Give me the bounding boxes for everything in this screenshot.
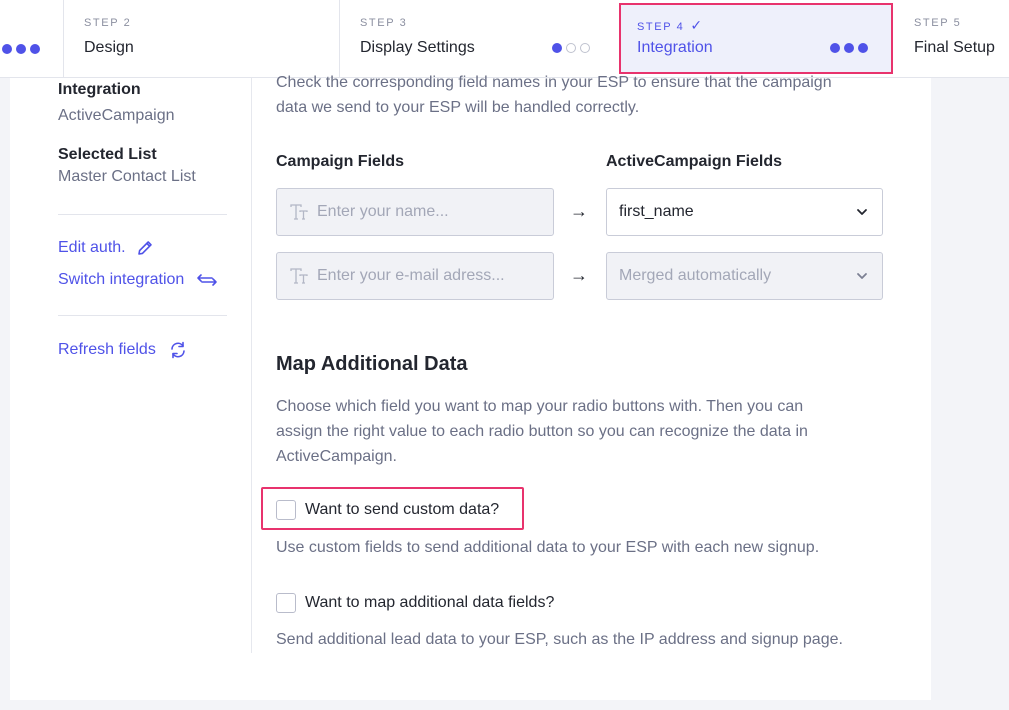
progress-dot-filled <box>552 43 562 53</box>
progress-dot-filled <box>830 43 840 53</box>
description-line: ActiveCampaign. <box>276 448 397 465</box>
progress-dot-empty <box>566 43 576 53</box>
description-line: Choose which field you want to map your … <box>276 398 804 415</box>
step-title: Integration <box>637 39 713 56</box>
email-placeholder: Enter your e-mail adress... <box>317 267 505 284</box>
refresh-fields-label: Refresh fields <box>58 341 156 358</box>
refresh-fields-link[interactable]: Refresh fields <box>58 340 188 360</box>
map-fields-help: Send additional lead data to your ESP, s… <box>276 631 843 648</box>
step-progress-dots <box>552 43 590 53</box>
sidebar-separator <box>58 315 227 316</box>
wizard-stepper: STEP 2 Design STEP 3 Display Settings ST… <box>0 0 1009 78</box>
selected-list-value: Master Contact List <box>58 168 196 185</box>
progress-dot-filled <box>844 43 854 53</box>
map-fields-checkbox[interactable] <box>276 593 296 613</box>
step-progress-dots <box>2 44 40 54</box>
integration-value: ActiveCampaign <box>58 107 175 124</box>
check-icon: ✓ <box>690 17 703 33</box>
map-fields-label: Want to map additional data fields? <box>305 594 555 611</box>
sidebar-separator <box>58 214 227 215</box>
step-final-setup[interactable]: STEP 5 Final Setup <box>894 0 1009 77</box>
step-number: STEP 3 <box>360 17 408 29</box>
edit-auth-link[interactable]: Edit auth. <box>58 239 154 257</box>
additional-data-title: Map Additional Data <box>276 353 468 375</box>
campaign-fields-header: Campaign Fields <box>276 153 405 170</box>
custom-data-option[interactable]: Want to send custom data? <box>276 500 499 520</box>
switch-integration-label: Switch integration <box>58 271 185 288</box>
map-fields-option[interactable]: Want to map additional data fields? <box>276 593 554 613</box>
selected-list-label: Selected List <box>58 146 157 163</box>
step-integration[interactable]: STEP 4 ✓ Integration <box>619 3 893 74</box>
integration-label: Integration <box>58 81 141 98</box>
progress-dot <box>2 44 12 54</box>
sidebar-divider <box>251 78 252 653</box>
name-placeholder: Enter your name... <box>317 203 449 220</box>
swap-arrows-icon <box>197 274 218 286</box>
step-title: Final Setup <box>914 39 995 56</box>
step-title: Display Settings <box>360 39 475 56</box>
pencil-icon <box>137 241 152 255</box>
progress-dot <box>30 44 40 54</box>
step-number: STEP 2 <box>84 17 132 29</box>
custom-data-label: Want to send custom data? <box>305 501 500 518</box>
edit-auth-label: Edit auth. <box>58 239 126 256</box>
email-select: Merged automatically <box>606 252 883 300</box>
intro-line: data we send to your ESP will be handled… <box>276 99 640 116</box>
custom-data-checkbox[interactable] <box>276 500 296 520</box>
refresh-icon <box>171 341 185 359</box>
step-title: Design <box>84 39 134 56</box>
custom-data-help: Use custom fields to send additional dat… <box>276 539 820 556</box>
step-number: STEP 4 ✓ <box>637 17 703 33</box>
intro-text: Check the corresponding field names in y… <box>276 70 886 120</box>
select-value: Merged automatically <box>619 267 772 284</box>
intro-line: Check the corresponding field names in y… <box>276 74 832 91</box>
step-number: STEP 5 <box>914 17 962 29</box>
first-name-select[interactable]: first_name <box>606 188 883 236</box>
progress-dot-empty <box>580 43 590 53</box>
chevron-down-icon <box>857 273 867 279</box>
step-display-settings[interactable]: STEP 3 Display Settings <box>340 0 618 77</box>
text-type-icon <box>290 268 308 284</box>
map-arrow-icon: → <box>570 265 588 285</box>
name-field[interactable]: Enter your name... <box>276 188 554 236</box>
text-type-icon <box>290 204 308 220</box>
switch-integration-link[interactable]: Switch integration <box>58 271 218 289</box>
esp-fields-header: ActiveCampaign Fields <box>606 153 783 170</box>
additional-data-description: Choose which field you want to map your … <box>276 394 886 469</box>
progress-dot <box>16 44 26 54</box>
progress-dot-filled <box>858 43 868 53</box>
map-arrow-icon: → <box>570 201 588 221</box>
chevron-down-icon <box>857 209 867 215</box>
description-line: assign the right value to each radio but… <box>276 423 808 440</box>
step-progress-dots <box>830 43 868 53</box>
email-field[interactable]: Enter your e-mail adress... <box>276 252 554 300</box>
select-value: first_name <box>619 203 694 220</box>
step-design[interactable]: STEP 2 Design <box>64 0 339 77</box>
